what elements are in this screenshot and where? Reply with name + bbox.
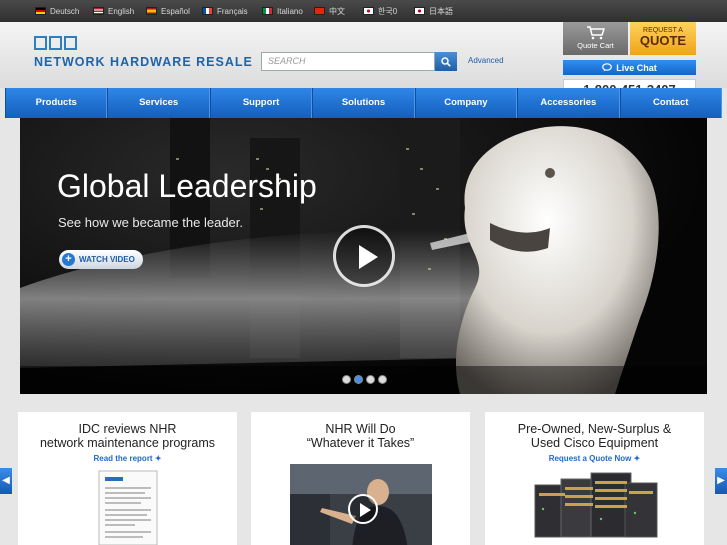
card-title-line2: “Whatever it Takes” bbox=[306, 436, 415, 450]
lang-espanol[interactable]: Español bbox=[146, 5, 190, 17]
nav-accessories[interactable]: Accessories bbox=[517, 88, 620, 118]
lang-italiano[interactable]: Italiano bbox=[262, 5, 303, 17]
slider-dots bbox=[342, 375, 387, 384]
china-flag-icon bbox=[314, 7, 325, 15]
lang-deutsch[interactable]: Deutsch bbox=[35, 5, 79, 17]
live-chat-label: Live Chat bbox=[616, 62, 657, 73]
france-flag-icon bbox=[202, 7, 213, 15]
read-report-link[interactable]: Read the report ✦ bbox=[18, 454, 237, 463]
card-idc-report: IDC reviews NHR network maintenance prog… bbox=[18, 412, 237, 545]
card-title: NHR Will Do “Whatever it Takes” bbox=[251, 412, 470, 450]
language-bar: Deutsch English Español Français Italian… bbox=[0, 0, 727, 22]
lang-francais[interactable]: Français bbox=[202, 5, 248, 17]
request-quote-now-link[interactable]: Request a Quote Now ✦ bbox=[485, 454, 704, 463]
logo-icon[interactable] bbox=[34, 36, 77, 50]
slide-dot-1[interactable] bbox=[342, 375, 351, 384]
play-video-icon[interactable] bbox=[333, 225, 395, 287]
lang-label: Deutsch bbox=[50, 6, 80, 16]
request-quote-button[interactable]: REQUEST A QUOTE bbox=[630, 22, 696, 55]
card-whatever-it-takes: NHR Will Do “Whatever it Takes” bbox=[251, 412, 470, 545]
lang-label: Español bbox=[161, 6, 190, 16]
lang-japanese[interactable]: 日本語 bbox=[414, 5, 453, 17]
lang-label: Français bbox=[217, 6, 248, 16]
nav-products[interactable]: Products bbox=[5, 88, 108, 118]
card-cisco-equipment: Pre-Owned, New-Surplus & Used Cisco Equi… bbox=[485, 412, 704, 545]
lang-english[interactable]: English bbox=[93, 5, 134, 17]
japan-flag-icon bbox=[414, 7, 425, 15]
card-title: IDC reviews NHR network maintenance prog… bbox=[18, 412, 237, 450]
quote-cart-button[interactable]: Quote Cart bbox=[563, 22, 628, 55]
italy-flag-icon bbox=[262, 7, 273, 15]
lang-label: Italiano bbox=[277, 6, 303, 16]
plus-icon: + bbox=[62, 253, 75, 266]
card-title: Pre-Owned, New-Surplus & Used Cisco Equi… bbox=[485, 412, 704, 450]
quote-cart-label: Quote Cart bbox=[577, 41, 614, 50]
slide-dot-2[interactable] bbox=[354, 375, 363, 384]
hero-slider[interactable]: Global Leadership See how we became the … bbox=[20, 118, 707, 394]
carousel-next-arrow-icon[interactable]: ▶ bbox=[715, 468, 727, 494]
lang-label: 한국0 bbox=[378, 6, 398, 16]
site-header: NETWORK HARDWARE RESALE SEARCH Advanced … bbox=[0, 22, 727, 98]
chat-bubble-icon bbox=[602, 63, 613, 72]
nav-company[interactable]: Company bbox=[414, 88, 518, 118]
logo-text[interactable]: NETWORK HARDWARE RESALE bbox=[34, 55, 253, 69]
carousel-prev-arrow-icon[interactable]: ◀ bbox=[0, 468, 12, 494]
korea-flag-icon bbox=[363, 7, 374, 15]
spain-flag-icon bbox=[146, 7, 157, 15]
card-title-line1: NHR Will Do bbox=[325, 422, 396, 436]
card-title-line2: network maintenance programs bbox=[39, 436, 216, 450]
cart-icon bbox=[586, 26, 605, 40]
nav-solutions[interactable]: Solutions bbox=[312, 88, 415, 118]
watch-video-button[interactable]: + WATCH VIDEO bbox=[59, 250, 143, 269]
usa-flag-icon bbox=[93, 7, 104, 15]
card-title-line1: IDC reviews NHR bbox=[78, 422, 177, 436]
watch-video-label: WATCH VIDEO bbox=[79, 255, 135, 264]
live-chat-button[interactable]: Live Chat bbox=[563, 60, 696, 75]
search-input[interactable]: SEARCH bbox=[261, 52, 435, 71]
report-thumbnail-image[interactable] bbox=[93, 467, 163, 545]
nav-contact[interactable]: Contact bbox=[619, 88, 722, 118]
germany-flag-icon bbox=[35, 7, 46, 15]
slide-dot-4[interactable] bbox=[378, 375, 387, 384]
card-title-line1: Pre-Owned, New-Surplus & bbox=[517, 422, 672, 436]
search-icon bbox=[441, 56, 451, 67]
lang-label: 日本語 bbox=[429, 6, 453, 16]
lang-label: 中文 bbox=[329, 6, 345, 16]
hero-title: Global Leadership bbox=[57, 168, 317, 204]
video-thumbnail[interactable] bbox=[289, 464, 432, 545]
card-title-line2: Used Cisco Equipment bbox=[530, 436, 659, 450]
main-nav: Products Services Support Solutions Comp… bbox=[5, 88, 722, 118]
advanced-search-link[interactable]: Advanced bbox=[468, 56, 504, 65]
lang-chinese[interactable]: 中文 bbox=[314, 5, 345, 17]
cisco-equipment-image[interactable] bbox=[525, 469, 665, 541]
nav-services[interactable]: Services bbox=[107, 88, 210, 118]
request-quote-big: QUOTE bbox=[639, 33, 687, 48]
play-icon[interactable] bbox=[347, 494, 378, 524]
hero-subtitle: See how we became the leader. bbox=[58, 215, 244, 230]
slide-dot-3[interactable] bbox=[366, 375, 375, 384]
lang-label: English bbox=[108, 6, 135, 16]
search-button[interactable] bbox=[435, 52, 457, 71]
nav-support[interactable]: Support bbox=[209, 88, 313, 118]
lang-korean[interactable]: 한국0 bbox=[363, 5, 397, 17]
